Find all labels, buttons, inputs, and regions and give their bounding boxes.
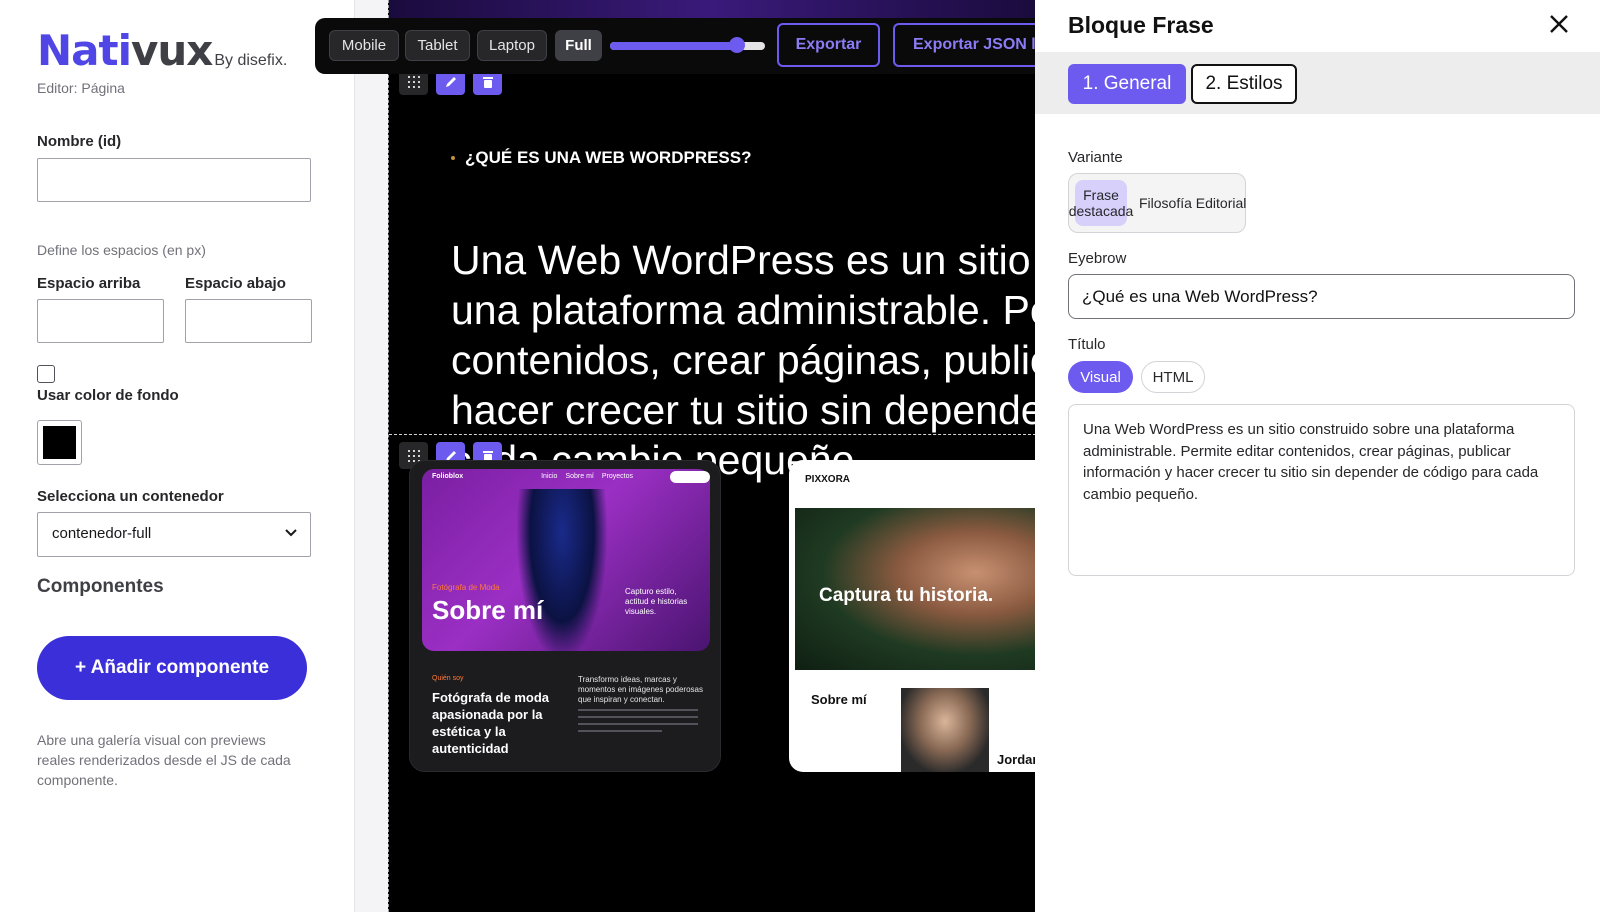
add-component-button[interactable]: + Añadir componente [37,636,307,700]
card1-contact-pill [670,471,710,483]
card1-lower-kicker: Quién soy [432,675,464,682]
card2-brand: PIXXORA [805,474,851,485]
card1-nav-item: Proyectos [601,473,633,480]
variant-option-filosofia-editorial[interactable]: Filosofía Editorial [1139,195,1246,211]
logo-byline: By disefix. [214,52,288,69]
tab-general[interactable]: 1. General [1068,64,1186,104]
card1-side-text: Capturo estilo, actitud e historias visu… [625,587,688,616]
title-textarea[interactable]: Una Web WordPress es un sitio construido… [1068,404,1575,576]
editor-context-label: Editor: Página [37,80,125,96]
title-label: Título [1068,336,1106,353]
block-eyebrow: ¿QUÉ ES UNA WEB WORDPRESS? [451,148,752,168]
card1-title: Sobre mí [432,595,544,625]
page-canvas: ¿QUÉ ES UNA WEB WORDPRESS? Una Web WordP… [388,0,1036,912]
space-bottom-label: Espacio abajo [185,275,286,292]
eyebrow-dot [451,156,455,160]
variant-selector: Frase destacada Filosofía Editorial [1068,173,1246,233]
card2-portrait [901,688,989,772]
panel-title: Bloque Frase [1068,12,1214,38]
device-full-button[interactable]: Full [555,30,602,61]
card1-text-lines [578,709,698,737]
space-top-input[interactable] [37,299,164,343]
brand-logo: Nativux By disefix. [37,26,287,75]
export-button[interactable]: Exportar [777,23,880,67]
block-headline: Una Web WordPress es un sitio construido… [451,237,1036,483]
container-label: Selecciona un contenedor [37,488,224,505]
eyebrow-label: Eyebrow [1068,250,1127,267]
space-top-label: Espacio arriba [37,275,141,292]
chevron-down-icon [284,525,298,543]
device-tablet-button[interactable]: Tablet [405,30,470,61]
bg-color-swatch[interactable] [37,420,82,465]
add-component-help: Abre una galería visual con previews rea… [37,732,291,788]
card1-nav-item: Inicio [541,473,558,480]
bg-color-label: Usar color de fondo [37,387,179,404]
zoom-slider[interactable] [610,37,765,53]
card1-lower-text: Transformo ideas, marcas y momentos en i… [578,675,703,704]
card1-lower-title: Fotógrafa de moda apasionada por la esté… [432,690,550,756]
bg-color-checkbox[interactable] [37,365,55,383]
space-bottom-input[interactable] [185,299,312,343]
variant-label: Variante [1068,149,1123,166]
name-id-input[interactable] [37,158,311,202]
variant-option-frase-destacada[interactable]: Frase destacada [1069,180,1133,226]
zoom-slider-thumb[interactable] [729,37,746,53]
container-select[interactable]: contenedor-full [37,512,311,557]
card1-brand: Folioblox [432,473,464,480]
components-heading: Componentes [37,576,164,597]
block-divider [389,434,1036,435]
name-id-label: Nombre (id) [37,133,122,150]
close-icon[interactable] [1545,10,1573,38]
model-silhouette [517,489,607,651]
editor-sidebar: Nativux By disefix. Editor: Página Nombr… [0,0,355,912]
card1-nav: Folioblox Inicio Sobre mí Proyectos [432,473,702,480]
tab-estilos[interactable]: 2. Estilos [1191,64,1297,104]
logo-part-a: Nati [37,26,132,75]
card2-name: Jordan [997,752,1036,767]
block-settings-panel: Bloque Frase 1. General 2. Estilos Varia… [1035,0,1600,912]
previous-block-strip [389,0,1036,18]
device-laptop-button[interactable]: Laptop [477,30,547,61]
eyebrow-input[interactable]: ¿Qué es una Web WordPress? [1068,274,1575,319]
eyebrow-text: ¿QUÉ ES UNA WEB WORDPRESS? [465,148,752,167]
card1-kicker: Fotógrafa de Moda [432,583,500,592]
card1-nav-item: Sobre mí [565,473,594,480]
portfolio-preview-card-pixxora[interactable]: PIXXORA Captura tu historia. Sobre mí Jo… [789,460,1036,772]
mode-html-button[interactable]: HTML [1141,361,1205,393]
portfolio-preview-card-folioblox[interactable]: Folioblox Inicio Sobre mí Proyectos Fotó… [409,460,721,772]
mode-visual-button[interactable]: Visual [1068,361,1133,393]
logo-wordmark: Nativux [37,26,213,75]
device-mobile-button[interactable]: Mobile [329,30,399,61]
logo-part-b: vux [130,26,213,75]
bg-color-value [43,426,76,459]
card2-subtitle: Sobre mí [811,692,867,707]
spacing-help-text: Define los espacios (en px) [37,242,206,258]
panel-tabs: 1. General 2. Estilos [1035,52,1600,114]
zoom-slider-fill [610,42,738,50]
card2-hero-title: Captura tu historia. [819,585,994,606]
device-toolbar: Mobile Tablet Laptop Full Exportar Expor… [315,18,1075,74]
container-select-value: contenedor-full [52,525,152,542]
